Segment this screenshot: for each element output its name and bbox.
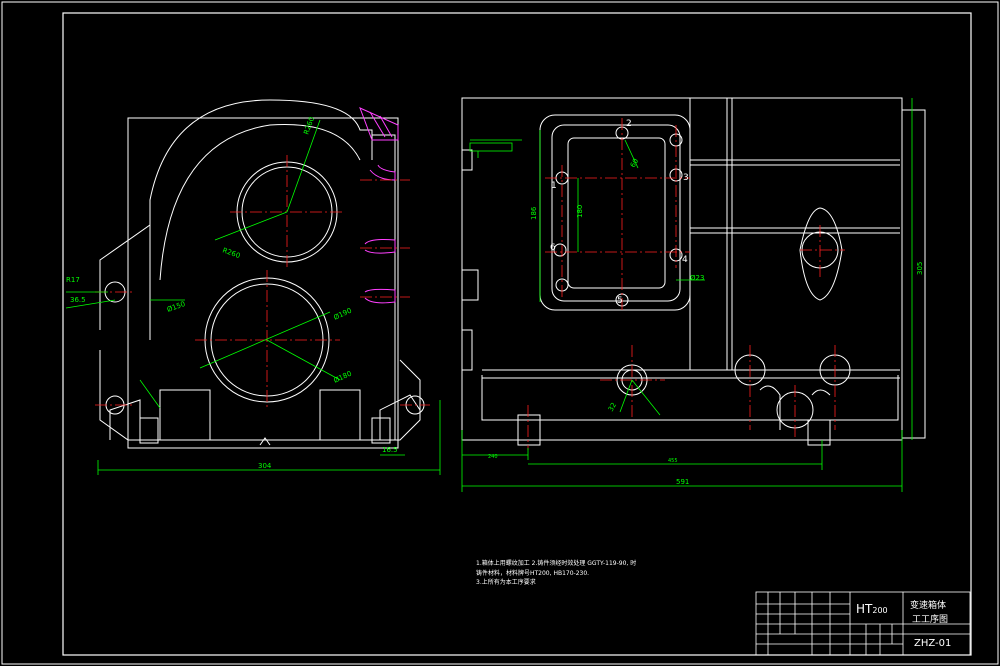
dim-r-small: R17 — [66, 276, 80, 284]
dim-bottom-b: 455 — [668, 458, 678, 464]
hole-label-4: 4 — [682, 255, 688, 265]
material-grade: 200 — [872, 606, 888, 615]
dim-r-top: R260 — [302, 116, 316, 136]
material-code: HT — [856, 602, 873, 616]
hole-label-1: 1 — [551, 181, 557, 191]
dim-right-height: 305 — [916, 262, 924, 275]
part-name-line-2: 工工序图 — [912, 615, 949, 625]
left-dimensions — [65, 119, 441, 475]
dim-32: 32 — [607, 401, 618, 413]
material-label: HT200 — [856, 602, 888, 616]
dim-right-width: 591 — [676, 478, 689, 486]
hole-label-2: 2 — [626, 119, 632, 129]
right-dimensions — [461, 98, 913, 492]
dim-bottom-a: 240 — [488, 454, 498, 460]
dim-dia-large: Ø190 — [332, 307, 352, 322]
note-line-1: 1.箱体上用螺纹加工 2.铸件须经时效处理 GGTY-119-90, 时 — [476, 560, 637, 567]
left-view — [99, 99, 425, 449]
dim-180: 180 — [576, 205, 584, 218]
drawing-number: ZHZ-01 — [914, 638, 952, 649]
right-view — [461, 97, 926, 446]
dim-hole-spacing: 186 — [530, 206, 538, 220]
left-section-hatching — [359, 107, 399, 304]
right-centerlines — [527, 118, 845, 450]
note-line-3: 3.上所有为本工序要求 — [476, 579, 536, 586]
hole-label-3: 3 — [683, 173, 689, 183]
dim-r-mid: R260 — [221, 246, 241, 260]
inspection-cover — [539, 114, 691, 311]
dim-left-width: 304 — [258, 462, 272, 470]
part-name-line-1: 变速箱体 — [910, 601, 947, 611]
hole-label-6: 6 — [550, 243, 556, 253]
left-housing-arc — [149, 99, 373, 300]
right-housing-outline — [461, 97, 903, 441]
dim-60: 60 — [629, 157, 640, 169]
hole-6 — [553, 243, 567, 257]
left-centerlines — [95, 155, 430, 410]
dim-23: Ø23 — [690, 274, 704, 282]
hole-label-5: 5 — [617, 296, 623, 306]
dim-side-right: 16.5 — [382, 446, 398, 454]
dim-side-left: 36.5 — [70, 296, 86, 304]
note-line-2: 铸件材料，材料牌号HT200, HB170-230. — [476, 570, 590, 577]
left-housing-outline — [127, 117, 399, 449]
dim-dia-bore: Ø180 — [332, 370, 352, 385]
dim-dia-small: Ø150 — [166, 300, 186, 314]
